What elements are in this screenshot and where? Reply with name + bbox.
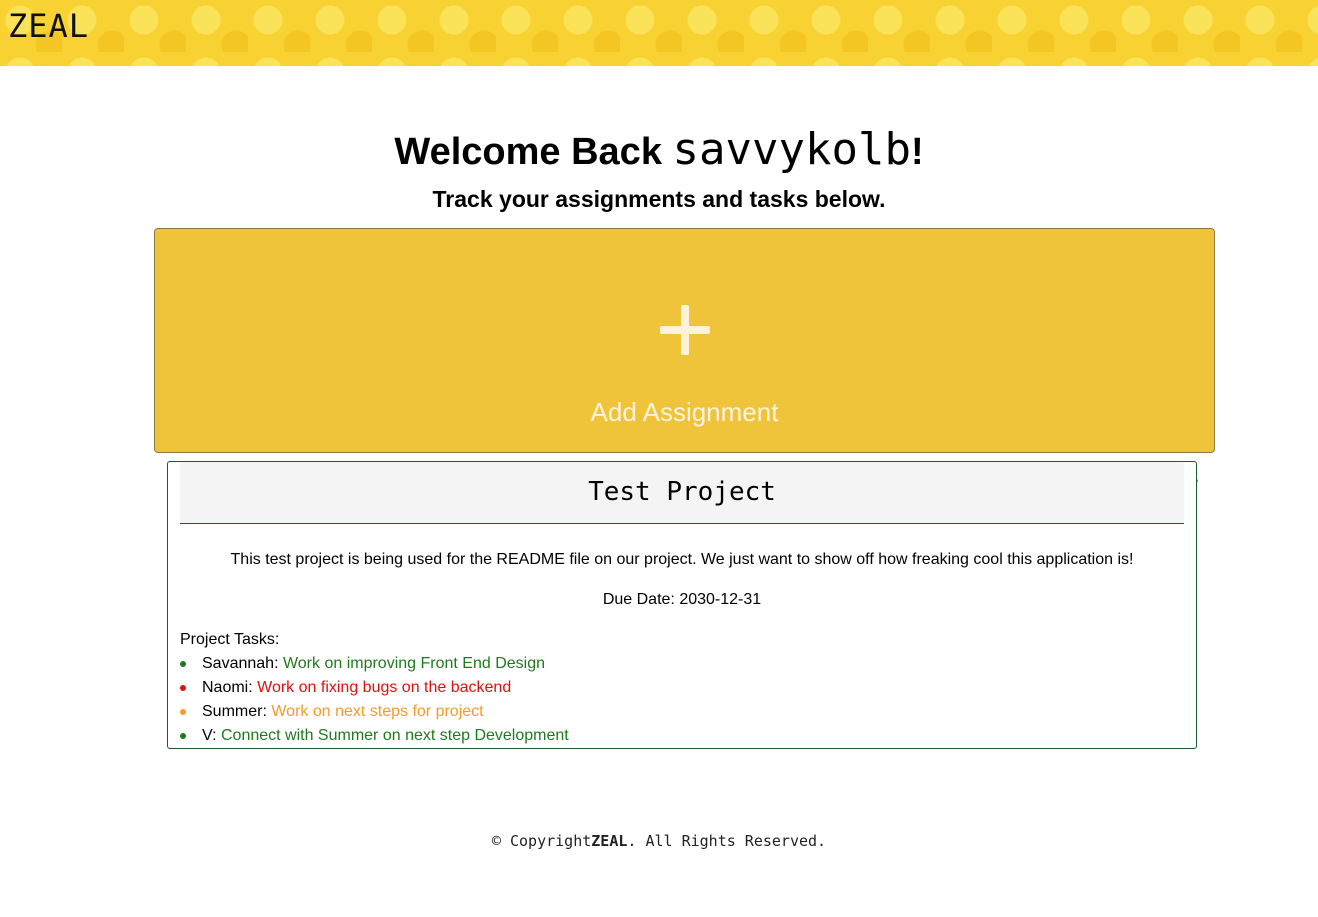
- project-header: Test Project: [180, 462, 1184, 524]
- bullet-icon: [180, 733, 186, 739]
- logo[interactable]: ZEAL: [8, 8, 89, 44]
- page-subtitle: Track your assignments and tasks below.: [432, 186, 886, 212]
- task-text: Work on improving Front End Design: [282, 655, 546, 672]
- project-description: This test project is being used for the …: [230, 551, 1134, 568]
- project-title: Test Project: [588, 477, 776, 507]
- footer-suffix: . All Rights Reserved.: [627, 832, 827, 850]
- task-item: Savannah: Work on improving Front End De…: [180, 654, 569, 678]
- task-assignee: V:: [202, 727, 217, 744]
- task-item: V: Connect with Summer on next step Deve…: [180, 726, 569, 748]
- footer: © CopyrightZEAL. All Rights Reserved.: [0, 830, 1318, 852]
- welcome-heading: Welcome Back savvykolb!: [0, 122, 1318, 180]
- site-header: ZEAL: [0, 0, 1318, 66]
- plus-icon: [660, 305, 710, 355]
- task-text: Work on next steps for project: [271, 703, 484, 720]
- task-text: Connect with Summer on next step Develop…: [220, 727, 569, 744]
- bullet-icon: [180, 709, 186, 715]
- bullet-icon: [180, 661, 186, 667]
- username: savvykolb: [672, 124, 911, 175]
- task-text: Work on fixing bugs on the backend: [257, 679, 512, 696]
- footer-brand: ZEAL: [591, 832, 628, 850]
- task-list: Savannah: Work on improving Front End De…: [180, 654, 569, 748]
- task-assignee: Savannah:: [202, 655, 279, 672]
- welcome-prefix: Welcome Back: [394, 131, 673, 173]
- tasks-label: Project Tasks:: [180, 631, 280, 648]
- footer-prefix: © Copyright: [491, 832, 592, 850]
- task-item: Summer: Work on next steps for project: [180, 702, 569, 726]
- task-item: Naomi: Work on fixing bugs on the backen…: [180, 678, 569, 702]
- project-due-date: Due Date: 2030-12-31: [602, 591, 762, 608]
- task-assignee: Naomi:: [202, 679, 253, 696]
- bullet-icon: [180, 685, 186, 691]
- task-assignee: Summer:: [202, 703, 267, 720]
- add-assignment-label: Add Assignment: [590, 397, 779, 427]
- project-card[interactable]: Test Project This test project is being …: [167, 461, 1197, 749]
- welcome-suffix: !: [910, 131, 924, 173]
- add-assignment-button[interactable]: Add Assignment: [154, 228, 1215, 453]
